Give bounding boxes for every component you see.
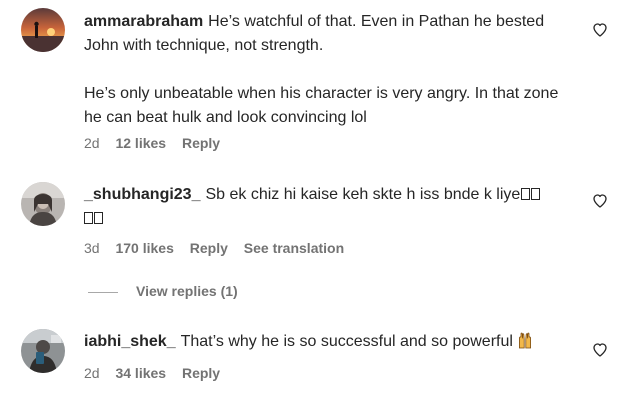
comment-body: iabhi_shek_ That’s why he is so successfu… xyxy=(84,330,569,354)
heart-outline-icon[interactable] xyxy=(592,342,608,358)
comment-body: ammarabraham He’s watchful of that. Even … xyxy=(84,10,569,130)
comment-likes[interactable]: 12 likes xyxy=(115,135,166,151)
comment-time[interactable]: 2d xyxy=(84,365,100,381)
avatar[interactable] xyxy=(21,8,65,52)
emoji-placeholder-icon xyxy=(94,212,103,224)
comment-meta: 3d 170 likes Reply See translation xyxy=(84,240,356,256)
divider-line xyxy=(88,291,118,293)
comment-username[interactable]: iabhi_shek_ xyxy=(84,333,176,350)
sunset-avatar-image xyxy=(21,8,65,52)
comment-username[interactable]: ammarabraham xyxy=(84,13,203,30)
avatar[interactable] xyxy=(21,182,65,226)
comment-meta: 2d 34 likes Reply xyxy=(84,365,232,381)
comment-text-continued: He’s only unbeatable when his character … xyxy=(84,85,559,126)
view-replies-label: View replies (1) xyxy=(136,283,238,299)
emoji-placeholder-icon xyxy=(531,188,541,200)
comment-time[interactable]: 3d xyxy=(84,240,100,256)
heart-outline-icon[interactable] xyxy=(592,193,608,209)
comment-username[interactable]: _shubhangi23_ xyxy=(84,186,200,203)
raising-hands-emoji-icon xyxy=(518,332,531,349)
emoji-placeholder-icon xyxy=(521,188,531,200)
avatar[interactable] xyxy=(21,329,65,373)
comment-time[interactable]: 2d xyxy=(84,135,100,151)
comment-text: Sb ek chiz hi kaise keh skte h iss bnde … xyxy=(205,186,521,203)
profile-photo-avatar-image xyxy=(21,182,65,226)
heart-outline-icon[interactable] xyxy=(592,22,608,38)
reply-button[interactable]: Reply xyxy=(190,240,228,256)
see-translation-link[interactable]: See translation xyxy=(244,240,344,256)
comment-body: _shubhangi23_ Sb ek chiz hi kaise keh skt… xyxy=(84,183,569,231)
view-replies-button[interactable]: View replies (1) xyxy=(88,283,238,299)
profile-photo-avatar-image xyxy=(21,329,65,373)
comment-meta: 2d 12 likes Reply xyxy=(84,135,232,151)
reply-button[interactable]: Reply xyxy=(182,365,220,381)
emoji-placeholder-icon xyxy=(84,212,93,224)
comment-likes[interactable]: 170 likes xyxy=(115,240,173,256)
comment-text: That’s why he is so successful and so po… xyxy=(180,333,513,350)
reply-button[interactable]: Reply xyxy=(182,135,220,151)
comment-likes[interactable]: 34 likes xyxy=(115,365,166,381)
